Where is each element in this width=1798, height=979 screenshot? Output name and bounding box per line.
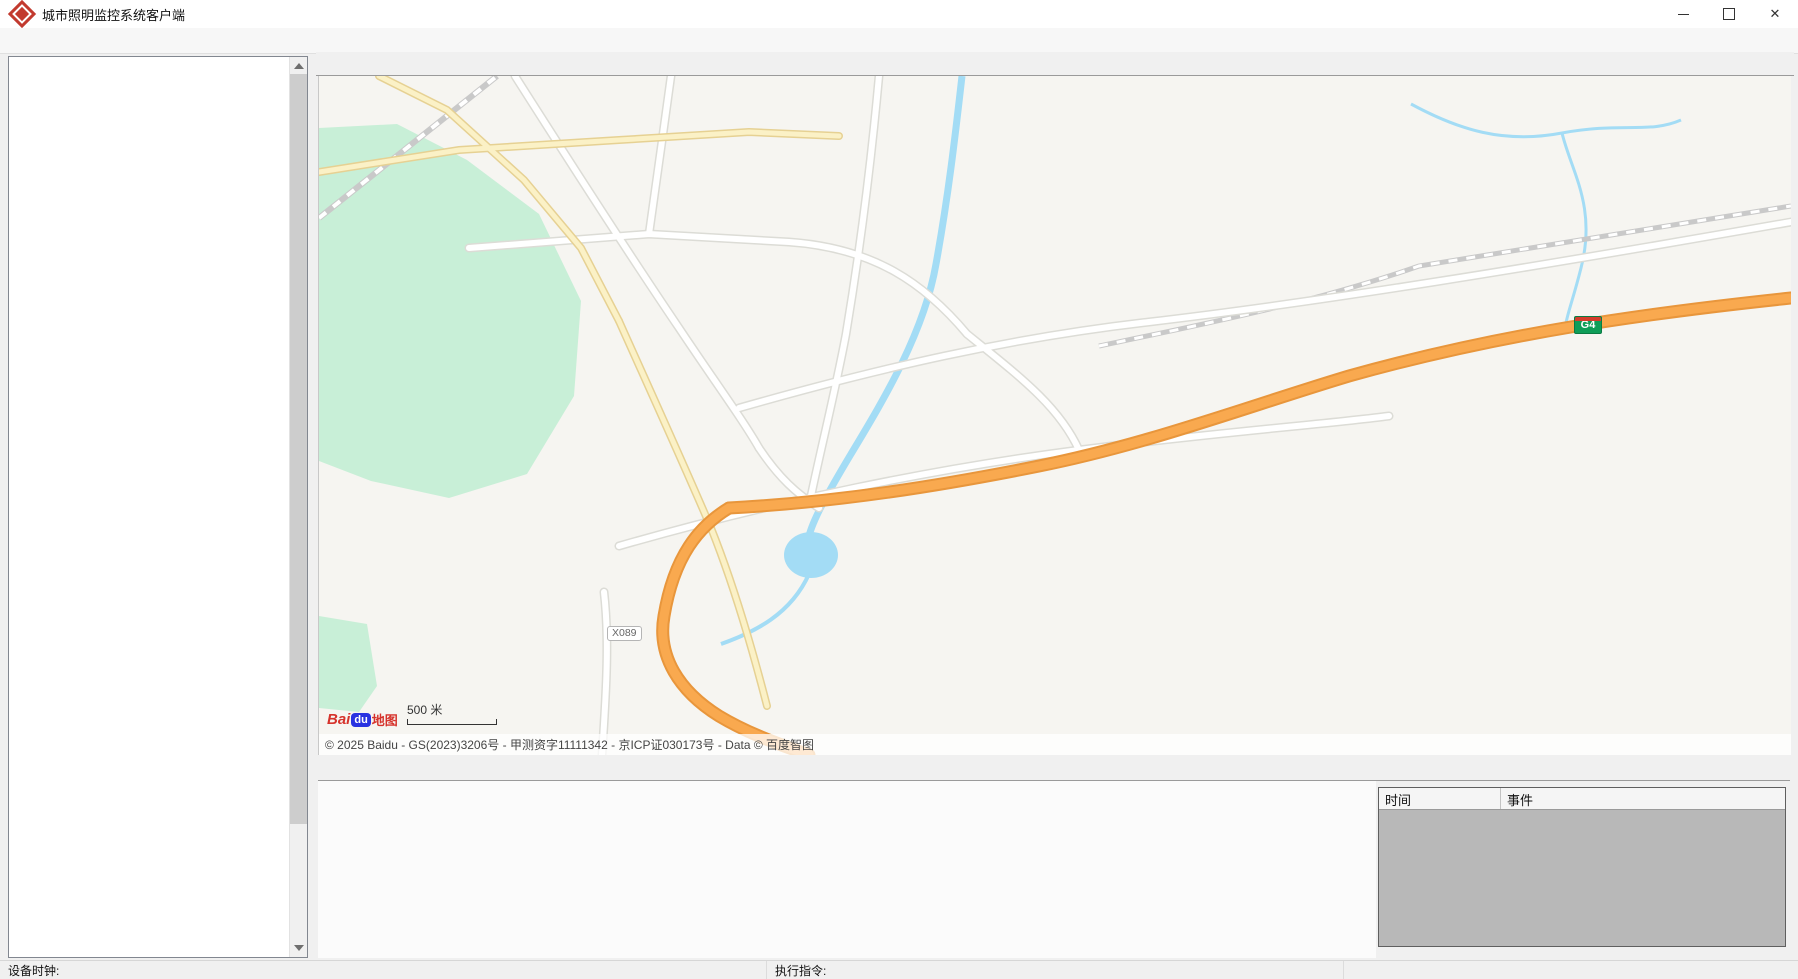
baidu-logo-map: 地图 bbox=[372, 710, 398, 729]
scroll-down-icon[interactable] bbox=[294, 945, 304, 951]
event-log: 时间 事件 bbox=[1378, 787, 1786, 947]
app-logo-icon bbox=[8, 0, 36, 28]
bottom-tab-bar bbox=[318, 757, 1790, 781]
map-scale-label: 500 米 bbox=[407, 703, 442, 717]
map-base-svg bbox=[319, 76, 1791, 755]
menu-bar bbox=[0, 28, 1798, 54]
event-log-col-event[interactable]: 事件 bbox=[1501, 788, 1785, 809]
exec-command-status: 执行指令: bbox=[767, 961, 1344, 979]
app-title: 城市照明监控系统客户端 bbox=[42, 5, 185, 24]
main-tab-bar bbox=[316, 52, 1794, 76]
map-attribution: © 2025 Baidu - GS(2023)3206号 - 甲测资字11111… bbox=[319, 734, 1791, 755]
baidu-logo-du: du bbox=[351, 713, 370, 727]
device-clock-status: 设备时钟: bbox=[0, 961, 767, 979]
maximize-button[interactable] bbox=[1706, 0, 1752, 28]
bottom-panel: 时间 事件 bbox=[318, 757, 1790, 958]
scrollbar-thumb[interactable] bbox=[290, 74, 307, 824]
event-log-col-time[interactable]: 时间 bbox=[1379, 788, 1501, 809]
baidu-logo: Bai du 地图 bbox=[327, 710, 398, 729]
map-scale-bar: 500 米 bbox=[407, 701, 497, 725]
status-cards-area bbox=[318, 781, 1376, 958]
device-tree-panel bbox=[8, 56, 308, 958]
event-log-header: 时间 事件 bbox=[1379, 788, 1785, 810]
g4-highway-shield: G4 bbox=[1574, 316, 1602, 334]
baidu-logo-bai: Bai bbox=[327, 711, 350, 728]
minimize-button[interactable] bbox=[1660, 0, 1706, 28]
close-button[interactable]: ✕ bbox=[1752, 0, 1798, 28]
tree-scrollbar[interactable] bbox=[289, 57, 307, 957]
device-tree bbox=[9, 57, 290, 957]
status-bar: 设备时钟: 执行指令: bbox=[0, 960, 1798, 979]
scroll-up-icon[interactable] bbox=[294, 63, 304, 69]
x089-road-label: X089 bbox=[607, 626, 642, 641]
title-bar: 城市照明监控系统客户端 ✕ bbox=[0, 0, 1798, 29]
map-canvas[interactable]: G4 X089 Bai du 地图 500 米 © 2025 Baidu - G… bbox=[318, 76, 1791, 755]
